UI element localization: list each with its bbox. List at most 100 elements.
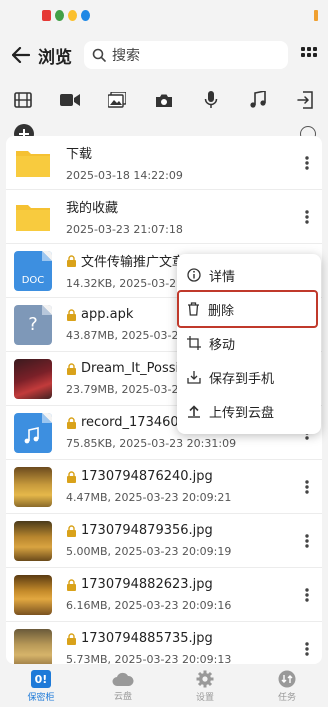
menu-item-delete[interactable]: 删除 bbox=[177, 290, 318, 328]
more-button[interactable] bbox=[292, 467, 322, 507]
search-input[interactable]: 搜索 bbox=[84, 41, 288, 69]
more-vertical-icon bbox=[305, 641, 309, 656]
more-button[interactable] bbox=[292, 629, 322, 665]
lock-icon bbox=[67, 254, 76, 267]
menu-label: 移动 bbox=[209, 337, 236, 353]
file-meta: 6.16MB, 2025-03-23 20:09:16 bbox=[66, 599, 232, 612]
filter-image[interactable] bbox=[106, 89, 128, 111]
search-placeholder: 搜索 bbox=[112, 48, 140, 64]
list-item[interactable]: 1730794885735.jpg 5.73MB, 2025-03-23 20:… bbox=[6, 622, 322, 664]
grid-view-button[interactable] bbox=[298, 44, 320, 66]
menu-item-details[interactable]: 详情 bbox=[177, 258, 321, 292]
filter-other[interactable] bbox=[294, 89, 316, 111]
file-meta: 5.73MB, 2025-03-23 20:09:13 bbox=[66, 653, 232, 664]
cloud-icon bbox=[112, 672, 134, 686]
doc-badge: DOC bbox=[21, 274, 45, 286]
grid-icon bbox=[301, 47, 317, 57]
file-name: 1730794882623.jpg bbox=[81, 577, 213, 592]
menu-label: 详情 bbox=[209, 269, 236, 285]
menu-label: 删除 bbox=[208, 303, 235, 319]
arrow-left-icon bbox=[12, 47, 30, 63]
more-vertical-icon bbox=[305, 533, 309, 548]
lock-icon bbox=[67, 632, 76, 645]
bottom-nav: 0! 保密柜 云盘 设置 任务 bbox=[0, 665, 328, 707]
notification-icon bbox=[42, 9, 51, 21]
list-item[interactable]: 1730794876240.jpg 4.47MB, 2025-03-23 20:… bbox=[6, 460, 322, 514]
doc-file-icon: DOC bbox=[14, 250, 52, 291]
file-name: 下载 bbox=[66, 147, 93, 162]
more-button[interactable] bbox=[292, 521, 322, 561]
file-meta: 2025-03-18 14:22:09 bbox=[66, 169, 183, 182]
app-icon bbox=[81, 9, 90, 21]
menu-item-move[interactable]: 移动 bbox=[177, 326, 321, 360]
tab-safe[interactable]: 0! 保密柜 bbox=[11, 669, 71, 703]
tasks-icon bbox=[278, 670, 296, 687]
unknown-file-icon: ? bbox=[14, 304, 52, 345]
svg-text:0!: 0! bbox=[35, 673, 48, 686]
more-button[interactable] bbox=[292, 575, 322, 615]
audio-file-icon bbox=[14, 412, 52, 453]
list-item[interactable]: 1730794879356.jpg 5.00MB, 2025-03-23 20:… bbox=[6, 514, 322, 568]
folder-icon bbox=[14, 143, 52, 183]
filter-camera[interactable] bbox=[153, 89, 175, 111]
photo-thumbnail bbox=[14, 466, 52, 507]
context-menu: 详情 删除 移动 保存到手机 上传到云盘 bbox=[177, 254, 321, 434]
type-filter-bar bbox=[0, 80, 328, 120]
list-item[interactable]: 下载 2025-03-18 14:22:09 bbox=[6, 136, 322, 190]
filter-audio[interactable] bbox=[200, 89, 222, 111]
header: 浏览 搜索 bbox=[0, 30, 328, 80]
more-button[interactable] bbox=[292, 143, 322, 183]
file-name: 我的收藏 bbox=[66, 201, 119, 216]
filter-music[interactable] bbox=[247, 89, 269, 111]
phone-icon bbox=[55, 9, 64, 21]
more-vertical-icon bbox=[305, 155, 309, 170]
more-vertical-icon bbox=[305, 479, 309, 494]
photo-thumbnail bbox=[14, 520, 52, 561]
nav-label: 保密柜 bbox=[27, 692, 55, 703]
tab-cloud[interactable]: 云盘 bbox=[93, 671, 153, 702]
export-icon bbox=[297, 91, 313, 109]
file-meta: 4.47MB, 2025-03-23 20:09:21 bbox=[66, 491, 232, 504]
more-vertical-icon bbox=[305, 587, 309, 602]
more-button[interactable] bbox=[292, 197, 322, 237]
filter-video[interactable] bbox=[59, 89, 81, 111]
weather-icon bbox=[68, 9, 77, 21]
back-button[interactable] bbox=[8, 42, 34, 68]
trash-icon bbox=[188, 302, 199, 316]
nav-label: 任务 bbox=[277, 692, 296, 703]
lock-icon bbox=[67, 470, 76, 483]
menu-label: 上传到云盘 bbox=[209, 405, 275, 421]
file-meta: 75.85KB, 2025-03-23 20:31:09 bbox=[66, 437, 237, 450]
info-icon bbox=[187, 268, 201, 282]
menu-item-save-to-phone[interactable]: 保存到手机 bbox=[177, 360, 321, 394]
menu-label: 保存到手机 bbox=[209, 371, 275, 387]
music-icon bbox=[250, 91, 266, 108]
search-icon bbox=[92, 48, 106, 62]
file-name: 文件传输推广文章 bbox=[81, 255, 186, 270]
film-icon bbox=[14, 92, 32, 108]
more-vertical-icon bbox=[305, 209, 309, 224]
file-name: 1730794876240.jpg bbox=[81, 469, 213, 484]
unknown-badge: ? bbox=[28, 313, 38, 335]
download-icon bbox=[187, 371, 201, 384]
lock-icon bbox=[67, 308, 76, 321]
filter-film[interactable] bbox=[12, 89, 34, 111]
list-item[interactable]: 我的收藏 2025-03-23 21:07:18 bbox=[6, 190, 322, 244]
menu-item-upload-cloud[interactable]: 上传到云盘 bbox=[177, 394, 321, 428]
gear-icon bbox=[196, 670, 214, 687]
file-meta: 5.00MB, 2025-03-23 20:09:19 bbox=[66, 545, 232, 558]
tab-settings[interactable]: 设置 bbox=[175, 670, 235, 703]
file-name: 1730794879356.jpg bbox=[81, 523, 213, 538]
microphone-icon bbox=[204, 91, 218, 108]
image-icon bbox=[108, 92, 126, 108]
file-name: app.apk bbox=[81, 307, 134, 322]
lock-icon bbox=[67, 362, 76, 375]
video-thumbnail bbox=[14, 358, 52, 399]
file-meta: 2025-03-23 21:07:18 bbox=[66, 223, 183, 236]
folder-icon bbox=[14, 197, 52, 237]
list-item[interactable]: 1730794882623.jpg 6.16MB, 2025-03-23 20:… bbox=[6, 568, 322, 622]
photo-thumbnail bbox=[14, 628, 52, 664]
tab-tasks[interactable]: 任务 bbox=[257, 670, 317, 703]
upload-icon bbox=[188, 405, 200, 418]
nav-label: 设置 bbox=[195, 692, 214, 703]
